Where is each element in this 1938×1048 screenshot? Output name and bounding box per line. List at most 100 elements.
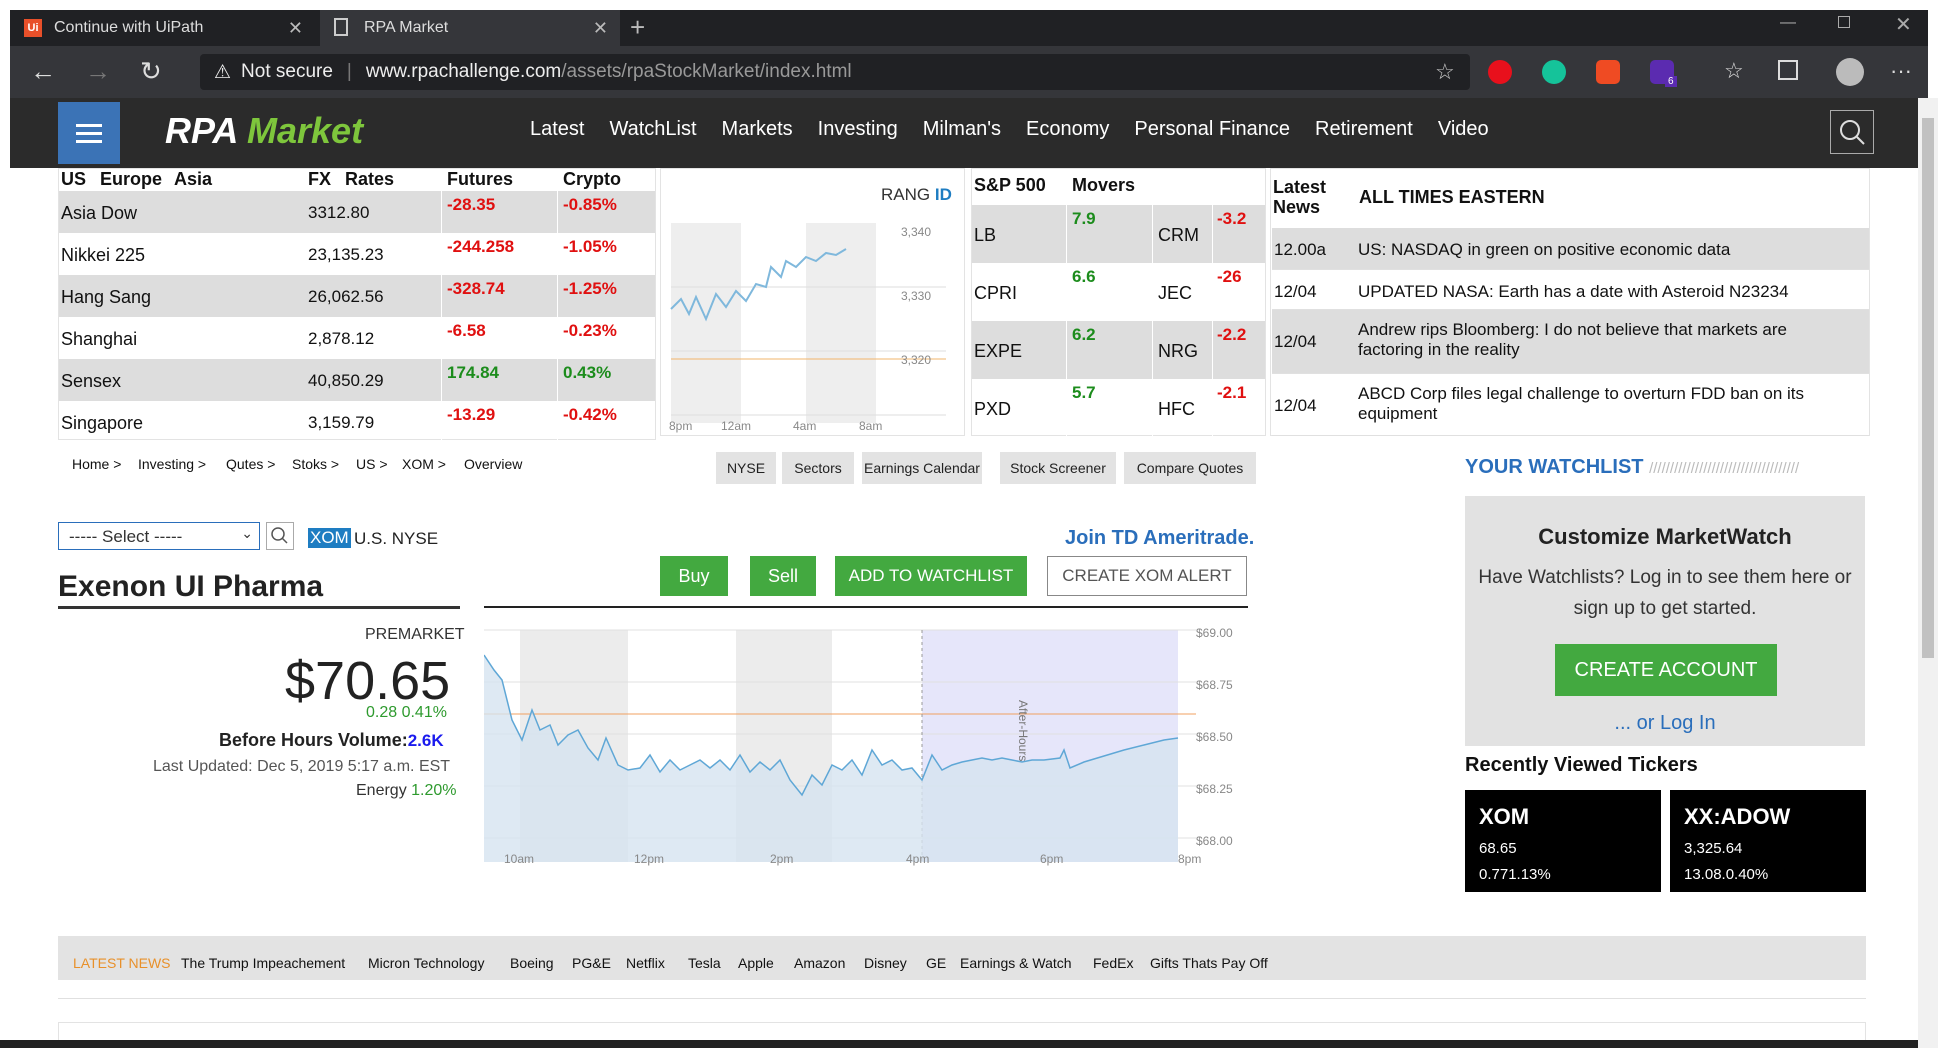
latest-news-link[interactable]: Amazon [794, 955, 845, 971]
back-icon[interactable]: ← [30, 56, 56, 87]
mover-row[interactable]: PXD 5.7 HFC -2.1 [972, 379, 1265, 437]
market-row[interactable]: Nikkei 225 23,135.23 -244.258 -1.05% [59, 233, 655, 275]
sell-button[interactable]: Sell [750, 556, 816, 596]
menu-button[interactable] [58, 102, 120, 164]
mover-row[interactable]: EXPE 6.2 NRG -2.2 [972, 321, 1265, 379]
breadcrumb-item[interactable]: US > [356, 456, 388, 472]
scrollbar-thumb[interactable] [1922, 118, 1934, 658]
nav-item[interactable]: Economy [1026, 118, 1109, 141]
forward-icon[interactable]: → [85, 56, 111, 87]
tab-crypto[interactable]: Crypto [563, 169, 621, 190]
next-section [58, 1022, 1866, 1042]
latest-news-link[interactable]: The Trump Impeachement [181, 955, 345, 971]
quick-link-button[interactable]: Compare Quotes [1124, 452, 1256, 484]
latest-news-link[interactable]: Earnings & Watch [960, 955, 1072, 971]
join-td-link[interactable]: Join TD Ameritrade. [1065, 527, 1254, 550]
login-link[interactable]: ... or Log In [1465, 712, 1865, 735]
favorites-icon[interactable]: ☆ [1724, 58, 1744, 84]
news-headline[interactable]: UPDATED NASA: Earth has a date with Aste… [1358, 282, 1838, 302]
breadcrumb-item[interactable]: Qutes > [226, 456, 275, 472]
latest-news-link[interactable]: Micron Technology [368, 955, 484, 971]
close-tab-icon[interactable]: ✕ [593, 18, 608, 39]
new-tab-icon[interactable]: + [630, 12, 645, 43]
latest-news-link[interactable]: Disney [864, 955, 907, 971]
tab-rates[interactable]: Rates [345, 169, 394, 190]
more-icon[interactable]: ··· [1890, 58, 1912, 84]
nav-item[interactable]: Latest [530, 118, 584, 141]
breadcrumb-item[interactable]: Stoks > [292, 456, 339, 472]
adblock-icon[interactable] [1488, 60, 1512, 84]
ticker-card[interactable]: XX:ADOW 3,325.64 13.08.0.40% [1670, 790, 1866, 892]
news-headline[interactable]: ABCD Corp files legal challenge to overt… [1358, 384, 1838, 424]
reload-icon[interactable]: ↻ [140, 56, 162, 87]
market-crypto: 0.43% [563, 363, 612, 382]
star-icon[interactable]: ☆ [1435, 59, 1455, 85]
close-window-icon[interactable]: ✕ [1895, 12, 1912, 37]
news-time: 12/04 [1274, 332, 1317, 351]
collections-icon[interactable] [1778, 60, 1798, 80]
quick-link-button[interactable]: Earnings Calendar [862, 452, 982, 484]
latest-news-link[interactable]: Apple [738, 955, 774, 971]
quick-link-button[interactable]: NYSE [716, 452, 776, 484]
market-row[interactable]: Singapore 3,159.79 -13.29 -0.42% [59, 401, 655, 443]
nav-item[interactable]: Milman's [923, 118, 1001, 141]
breadcrumb-item[interactable]: XOM > [402, 456, 446, 472]
market-crypto: -1.25% [563, 279, 617, 298]
latest-news-link[interactable]: Netflix [626, 955, 665, 971]
breadcrumb-item[interactable]: Investing > [138, 456, 206, 472]
news-row[interactable]: 12.00a US: NASDAQ in green on positive ec… [1272, 228, 1869, 270]
market-row[interactable]: Shanghai 2,878.12 -6.58 -0.23% [59, 317, 655, 359]
market-row[interactable]: Sensex 40,850.29 174.84 0.43% [59, 359, 655, 401]
nav-item[interactable]: Markets [722, 118, 793, 141]
latest-news-link[interactable]: GE [926, 955, 946, 971]
minimize-icon[interactable]: — [1780, 14, 1796, 32]
ticker-search-button[interactable] [266, 522, 294, 550]
mover-row[interactable]: LB 7.9 CRM -3.2 [972, 205, 1265, 263]
tab-futures[interactable]: Futures [447, 169, 513, 190]
market-row[interactable]: Hang Sang 26,062.56 -328.74 -1.25% [59, 275, 655, 317]
news-row[interactable]: 12/04 ABCD Corp files legal challenge to … [1272, 374, 1869, 436]
search-button[interactable] [1830, 110, 1874, 154]
x-tick: 4pm [906, 852, 930, 866]
latest-news-link[interactable]: FedEx [1093, 955, 1133, 971]
site-logo[interactable]: RPA Market [165, 110, 363, 152]
tab-us[interactable]: US [61, 169, 86, 190]
buy-button[interactable]: Buy [660, 556, 728, 596]
quick-link-button[interactable]: Sectors [782, 452, 854, 484]
extension-icon[interactable] [1596, 60, 1620, 84]
mover-row[interactable]: CPRI 6.6 JEC -26 [972, 263, 1265, 321]
create-account-button[interactable]: CREATE ACCOUNT [1555, 644, 1777, 696]
news-headline[interactable]: US: NASDAQ in green on positive economic… [1358, 240, 1838, 260]
close-tab-icon[interactable]: ✕ [288, 18, 303, 39]
profile-avatar[interactable] [1836, 58, 1864, 86]
nav-item[interactable]: Personal Finance [1134, 118, 1290, 141]
latest-news-link[interactable]: PG&E [572, 955, 611, 971]
tab-asia[interactable]: Asia [174, 169, 212, 190]
news-headline[interactable]: Andrew rips Bloomberg: I do not believe … [1358, 320, 1838, 360]
create-alert-button[interactable]: CREATE XOM ALERT [1047, 556, 1247, 596]
ticker-select[interactable]: ----- Select ----- ⌄ [58, 522, 260, 550]
nav-item[interactable]: Investing [818, 118, 898, 141]
latest-news-link[interactable]: Boeing [510, 955, 554, 971]
url-field[interactable]: ⚠ Not secure | www.rpachallenge.com /ass… [200, 54, 1470, 90]
tab-europe[interactable]: Europe [100, 169, 162, 190]
news-row[interactable]: 12/04 Andrew rips Bloomberg: I do not bel… [1272, 310, 1869, 374]
grammarly-icon[interactable] [1542, 60, 1566, 84]
tab-fx[interactable]: FX [308, 169, 331, 190]
nav-item[interactable]: Video [1438, 118, 1489, 141]
nav-item[interactable]: Retirement [1315, 118, 1413, 141]
news-row[interactable]: 12/04 UPDATED NASA: Earth has a date with… [1272, 270, 1869, 310]
latest-news-link[interactable]: Gifts Thats Pay Off [1150, 955, 1268, 971]
market-crypto: -0.23% [563, 321, 617, 340]
nav-item[interactable]: WatchList [609, 118, 696, 141]
tab-uipath[interactable]: Ui Continue with UiPath ✕ [10, 10, 315, 46]
ticker-card[interactable]: XOM 68.65 0.771.13% [1465, 790, 1661, 892]
add-to-watchlist-button[interactable]: ADD TO WATCHLIST [835, 556, 1027, 596]
quick-link-button[interactable]: Stock Screener [1000, 452, 1116, 484]
breadcrumb-item[interactable]: Overview [464, 456, 522, 472]
restore-icon[interactable] [1838, 16, 1850, 28]
latest-news-link[interactable]: Tesla [688, 955, 721, 971]
breadcrumb-item[interactable]: Home > [72, 456, 121, 472]
market-row[interactable]: Asia Dow 3312.80 -28.35 -0.85% [59, 191, 655, 233]
tab-rpa-market[interactable]: RPA Market ✕ [320, 10, 620, 46]
